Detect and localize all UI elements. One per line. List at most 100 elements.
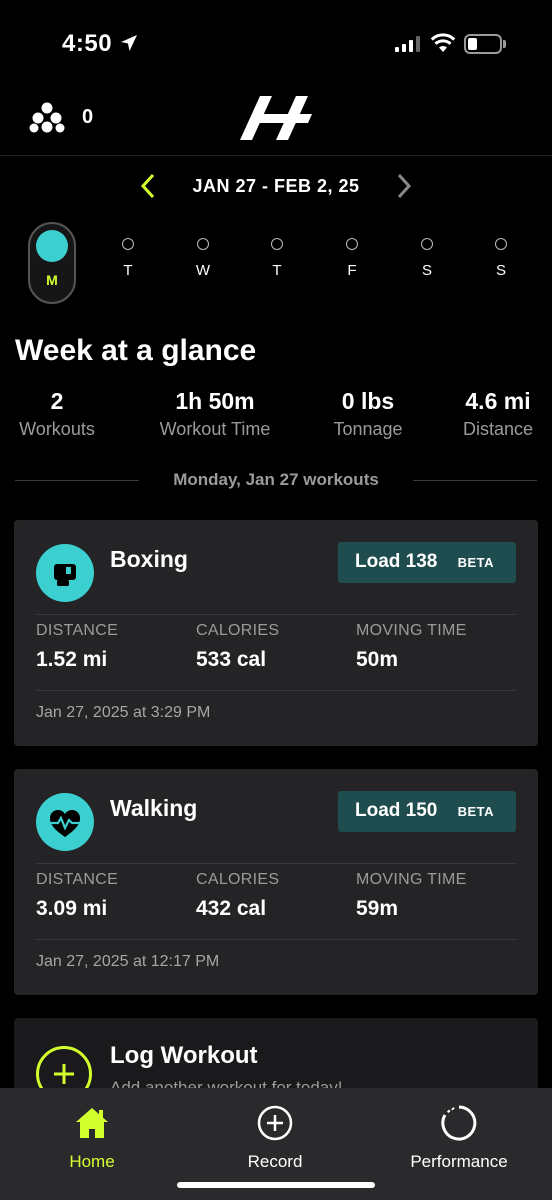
metric-distance: DISTANCE 1.52 mi	[36, 622, 118, 672]
week-navigator: JAN 27 - FEB 2, 25	[0, 168, 552, 204]
metric-value: 59m	[356, 897, 399, 920]
stat-label: Distance	[462, 419, 534, 439]
day-tuesday[interactable]: T	[113, 238, 143, 279]
day-label: T	[272, 262, 282, 279]
day-label: M	[46, 272, 58, 288]
empty-day-icon	[271, 238, 283, 250]
tab-label: Home	[69, 1152, 115, 1171]
day-sunday[interactable]: S	[486, 238, 516, 279]
status-bar: 4:50	[0, 0, 552, 90]
day-label: W	[195, 262, 211, 279]
app-logo-icon	[240, 96, 312, 140]
home-icon	[46, 1102, 138, 1144]
stat-value: 1h 50m	[175, 388, 255, 414]
cellular-signal-icon	[395, 36, 420, 52]
week-range-label: JAN 27 - FEB 2, 25	[192, 176, 360, 196]
empty-day-icon	[421, 238, 433, 250]
workout-date: Jan 27, 2025 at 3:29 PM	[36, 704, 211, 721]
day-monday[interactable]: M	[28, 222, 76, 304]
day-saturday[interactable]: S	[412, 238, 442, 279]
metric-value: 432 cal	[196, 897, 267, 920]
metric-moving-time: MOVING TIME 59m	[356, 871, 467, 921]
stat-workout-time: 1h 50m Workout Time	[146, 388, 284, 440]
points-dots-icon[interactable]	[28, 100, 66, 134]
card-divider	[36, 614, 516, 615]
beta-label: BETA	[457, 555, 494, 570]
stat-value: 4.6 mi	[465, 388, 531, 414]
metric-distance: DISTANCE 3.09 mi	[36, 871, 118, 921]
empty-day-icon	[495, 238, 507, 250]
day-label: S	[495, 262, 506, 279]
load-value: Load 150	[355, 800, 438, 821]
day-label: S	[421, 262, 432, 279]
activity-dot-icon	[36, 230, 68, 262]
location-arrow-icon	[121, 35, 137, 51]
plus-circle-icon	[229, 1102, 321, 1144]
app-header: 0	[0, 90, 552, 156]
wifi-icon	[430, 33, 456, 52]
day-label: F	[347, 262, 357, 279]
home-indicator[interactable]	[177, 1182, 375, 1188]
stat-label: Workout Time	[159, 419, 271, 439]
tab-label: Record	[247, 1152, 303, 1171]
empty-day-icon	[122, 238, 134, 250]
beta-label: BETA	[457, 804, 494, 819]
workout-card-walking[interactable]: Walking Load 150 BETA DISTANCE 3.09 mi C…	[14, 769, 538, 995]
battery-icon	[464, 34, 502, 54]
card-divider	[36, 939, 516, 940]
stat-value: 2	[50, 388, 64, 414]
tab-record[interactable]: Record	[229, 1102, 321, 1172]
tab-performance[interactable]: Performance	[398, 1102, 520, 1172]
day-friday[interactable]: F	[337, 238, 367, 279]
load-value: Load 138	[355, 551, 438, 572]
status-time: 4:50	[62, 30, 113, 57]
battery-cap	[503, 40, 506, 48]
day-selector: M T W T F S S	[0, 222, 552, 306]
metric-label: CALORIES	[196, 622, 280, 639]
metric-value: 50m	[356, 648, 399, 671]
workout-title: Boxing	[110, 546, 188, 572]
load-badge[interactable]: Load 138 BETA	[338, 542, 516, 583]
metric-value: 533 cal	[196, 648, 267, 671]
metric-label: MOVING TIME	[356, 622, 467, 639]
metric-label: DISTANCE	[36, 622, 119, 639]
divider-line	[413, 480, 537, 481]
metric-label: MOVING TIME	[356, 871, 467, 888]
log-workout-title: Log Workout	[110, 1042, 258, 1069]
metric-calories: CALORIES 432 cal	[196, 871, 279, 921]
empty-day-icon	[346, 238, 358, 250]
empty-day-icon	[197, 238, 209, 250]
load-badge[interactable]: Load 150 BETA	[338, 791, 516, 832]
home-screen: 4:50 0 JAN 27 - FEB 2, 25 M T W T F S S …	[0, 0, 552, 1200]
workout-card-boxing[interactable]: Boxing Load 138 BETA DISTANCE 1.52 mi CA…	[14, 520, 538, 746]
workout-date: Jan 27, 2025 at 12:17 PM	[36, 953, 220, 970]
metric-label: CALORIES	[196, 871, 280, 888]
stat-label: Workouts	[19, 419, 95, 439]
chevron-right-icon[interactable]	[394, 172, 414, 200]
progress-ring-icon	[398, 1102, 520, 1144]
points-count: 0	[82, 106, 94, 128]
tab-home[interactable]: Home	[46, 1102, 138, 1172]
stat-tonnage: 0 lbs Tonnage	[322, 388, 414, 440]
metric-value: 3.09 mi	[36, 897, 108, 920]
weekly-stats: 2 Workouts 1h 50m Workout Time 0 lbs Ton…	[0, 388, 552, 442]
stat-value: 0 lbs	[341, 388, 395, 414]
boxing-glove-icon	[36, 544, 94, 602]
day-label: T	[123, 262, 133, 279]
metric-moving-time: MOVING TIME 50m	[356, 622, 467, 672]
metric-value: 1.52 mi	[36, 648, 108, 671]
stat-workouts: 2 Workouts	[10, 388, 104, 440]
stat-label: Tonnage	[333, 419, 403, 439]
day-thursday[interactable]: T	[262, 238, 292, 279]
workout-title: Walking	[110, 795, 198, 821]
metric-calories: CALORIES 533 cal	[196, 622, 279, 672]
heart-pulse-icon	[36, 793, 94, 851]
section-divider: Monday, Jan 27 workouts	[15, 468, 537, 494]
week-at-a-glance-title: Week at a glance	[15, 334, 257, 367]
stat-distance: 4.6 mi Distance	[454, 388, 542, 440]
card-divider	[36, 863, 516, 864]
tab-label: Performance	[410, 1152, 508, 1171]
card-divider	[36, 690, 516, 691]
day-wednesday[interactable]: W	[188, 238, 218, 279]
metric-label: DISTANCE	[36, 871, 119, 888]
